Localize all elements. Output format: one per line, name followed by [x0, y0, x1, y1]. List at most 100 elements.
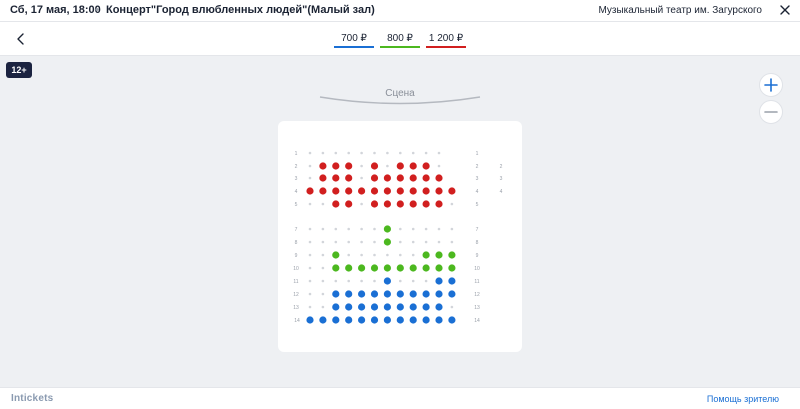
seat-available[interactable]	[383, 238, 391, 246]
seat-available[interactable]	[370, 162, 379, 170]
seat-available[interactable]	[409, 303, 417, 311]
seat-available[interactable]	[396, 162, 404, 170]
price-filter-700[interactable]: 700 ₽	[334, 33, 374, 48]
seat-available[interactable]	[409, 162, 417, 170]
seat-available[interactable]	[332, 264, 340, 272]
seat-available[interactable]	[319, 187, 327, 195]
seat-available[interactable]	[370, 174, 379, 182]
seat-available[interactable]	[396, 174, 404, 182]
seat-available[interactable]	[306, 187, 314, 195]
seat-available[interactable]	[319, 316, 327, 324]
seat-available[interactable]	[396, 200, 404, 208]
seat-unavailable	[411, 279, 415, 283]
seat-available[interactable]	[332, 174, 340, 182]
seat-available[interactable]	[435, 174, 443, 182]
seat-available[interactable]	[370, 200, 379, 208]
seat-available[interactable]	[319, 162, 327, 170]
seat-available[interactable]	[383, 264, 391, 272]
seat-available[interactable]	[409, 187, 417, 195]
seat-available[interactable]	[396, 187, 404, 195]
seat-available[interactable]	[435, 303, 443, 311]
seat-available[interactable]	[358, 187, 366, 195]
seat-available[interactable]	[332, 200, 340, 208]
seat-available[interactable]	[345, 316, 353, 324]
seat-available[interactable]	[422, 162, 430, 170]
seat-available[interactable]	[345, 290, 353, 298]
seat-available[interactable]	[370, 264, 379, 272]
seat-unavailable	[411, 227, 415, 231]
seat-available[interactable]	[332, 303, 340, 311]
seat-available[interactable]	[396, 316, 404, 324]
seat-available[interactable]	[409, 290, 417, 298]
seat-available[interactable]	[370, 303, 379, 311]
seat-available[interactable]	[422, 316, 430, 324]
seat-available[interactable]	[383, 187, 391, 195]
seat-available[interactable]	[332, 316, 340, 324]
seat-available[interactable]	[422, 174, 430, 182]
seat-available[interactable]	[383, 225, 391, 233]
seat-available[interactable]	[332, 290, 340, 298]
seat-available[interactable]	[332, 162, 340, 170]
seat-unavailable	[334, 240, 338, 244]
back-button[interactable]	[10, 28, 32, 50]
seat-available[interactable]	[319, 174, 327, 182]
seat-available[interactable]	[345, 264, 353, 272]
seat-available[interactable]	[435, 316, 443, 324]
seat-available[interactable]	[422, 303, 430, 311]
seat-available[interactable]	[409, 316, 417, 324]
seat-available[interactable]	[409, 264, 417, 272]
seat-available[interactable]	[422, 187, 430, 195]
zoom-in-button[interactable]	[759, 73, 783, 97]
seat-unavailable	[450, 227, 454, 231]
seat-available[interactable]	[422, 290, 430, 298]
seat-available[interactable]	[435, 290, 443, 298]
seat-available[interactable]	[422, 200, 430, 208]
seat-available[interactable]	[332, 187, 340, 195]
seat-available[interactable]	[370, 316, 379, 324]
seat-available[interactable]	[370, 290, 379, 298]
close-icon[interactable]	[778, 3, 792, 17]
seat-available[interactable]	[422, 251, 430, 259]
seat-available[interactable]	[435, 264, 443, 272]
seat-available[interactable]	[383, 277, 391, 285]
seat-available[interactable]	[345, 162, 353, 170]
zoom-out-button[interactable]	[759, 100, 783, 124]
seat-available[interactable]	[383, 200, 391, 208]
seat-available[interactable]	[345, 303, 353, 311]
price-filter-800[interactable]: 800 ₽	[380, 33, 420, 48]
seat-available[interactable]	[448, 187, 456, 195]
seat-available[interactable]	[409, 200, 417, 208]
seat-available[interactable]	[448, 264, 456, 272]
seat-available[interactable]	[345, 174, 353, 182]
seat-available[interactable]	[383, 290, 391, 298]
seat-available[interactable]	[345, 200, 353, 208]
seat-available[interactable]	[435, 251, 443, 259]
seat-available[interactable]	[435, 277, 443, 285]
seat-available[interactable]	[448, 316, 456, 324]
seat-available[interactable]	[448, 290, 456, 298]
seat-available[interactable]	[358, 290, 366, 298]
seat-available[interactable]	[332, 251, 340, 259]
seat-available[interactable]	[306, 316, 314, 324]
seat-available[interactable]	[396, 290, 404, 298]
seat-available[interactable]	[396, 303, 404, 311]
seat-available[interactable]	[383, 174, 391, 182]
seat-available[interactable]	[422, 264, 430, 272]
row-number-right: 14	[474, 318, 480, 324]
seat-available[interactable]	[435, 187, 443, 195]
seat-available[interactable]	[345, 187, 353, 195]
seat-available[interactable]	[409, 174, 417, 182]
help-link[interactable]: Помощь зрителю	[707, 394, 779, 404]
seat-available[interactable]	[383, 316, 391, 324]
seat-unavailable	[321, 253, 325, 257]
seat-available[interactable]	[435, 200, 443, 208]
seat-available[interactable]	[358, 316, 366, 324]
price-filter-1200[interactable]: 1 200 ₽	[426, 33, 466, 48]
seat-available[interactable]	[396, 264, 404, 272]
seat-available[interactable]	[448, 277, 456, 285]
seat-available[interactable]	[370, 187, 379, 195]
seat-available[interactable]	[358, 303, 366, 311]
seat-available[interactable]	[358, 264, 366, 272]
seat-available[interactable]	[383, 303, 391, 311]
seat-available[interactable]	[448, 251, 456, 259]
